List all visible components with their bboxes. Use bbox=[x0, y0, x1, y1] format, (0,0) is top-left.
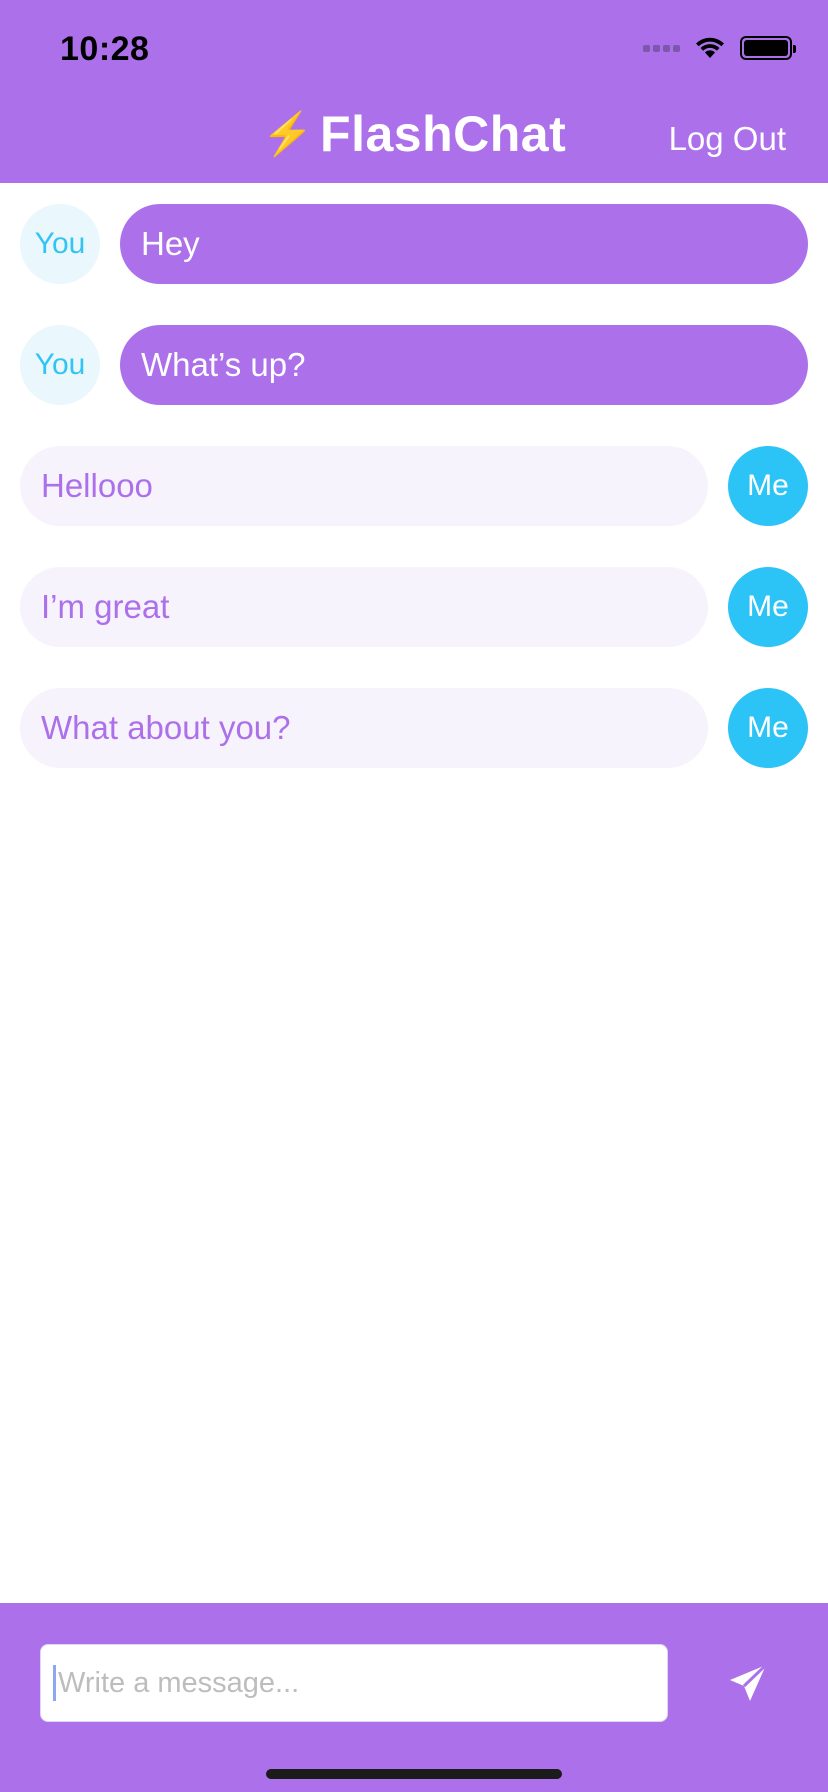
signal-icon bbox=[643, 44, 680, 52]
wifi-icon bbox=[696, 37, 724, 58]
avatar: You bbox=[20, 325, 100, 405]
composer-bar bbox=[0, 1603, 828, 1792]
app-title: FlashChat bbox=[320, 106, 567, 162]
avatar: Me bbox=[728, 688, 808, 768]
text-cursor bbox=[53, 1665, 56, 1701]
message-row: Hellooo Me bbox=[0, 446, 828, 526]
log-out-button[interactable]: Log Out bbox=[669, 120, 786, 158]
chat-screen: 10:28 ⚡ FlashChat Log Out You Hey You Wh… bbox=[0, 0, 828, 1792]
avatar: Me bbox=[728, 567, 808, 647]
message-bubble: What about you? bbox=[20, 688, 708, 768]
avatar: Me bbox=[728, 446, 808, 526]
home-indicator[interactable] bbox=[266, 1769, 562, 1779]
paperplane-icon[interactable] bbox=[724, 1659, 772, 1707]
message-row: What about you? Me bbox=[0, 688, 828, 768]
message-bubble: Hey bbox=[120, 204, 808, 284]
message-input-container[interactable] bbox=[40, 1644, 668, 1722]
status-time: 10:28 bbox=[60, 30, 150, 68]
avatar: You bbox=[20, 204, 100, 284]
message-row: You Hey bbox=[0, 204, 828, 284]
lightning-bolt-icon: ⚡ bbox=[261, 110, 315, 157]
message-row: You What’s up? bbox=[0, 325, 828, 405]
message-bubble: Hellooo bbox=[20, 446, 708, 526]
status-icons bbox=[643, 36, 796, 60]
message-input[interactable] bbox=[58, 1666, 648, 1700]
message-row: I’m great Me bbox=[0, 567, 828, 647]
message-bubble: I’m great bbox=[20, 567, 708, 647]
battery-icon bbox=[740, 36, 796, 60]
top-bar: 10:28 ⚡ FlashChat Log Out bbox=[0, 0, 828, 183]
message-bubble: What’s up? bbox=[120, 325, 808, 405]
